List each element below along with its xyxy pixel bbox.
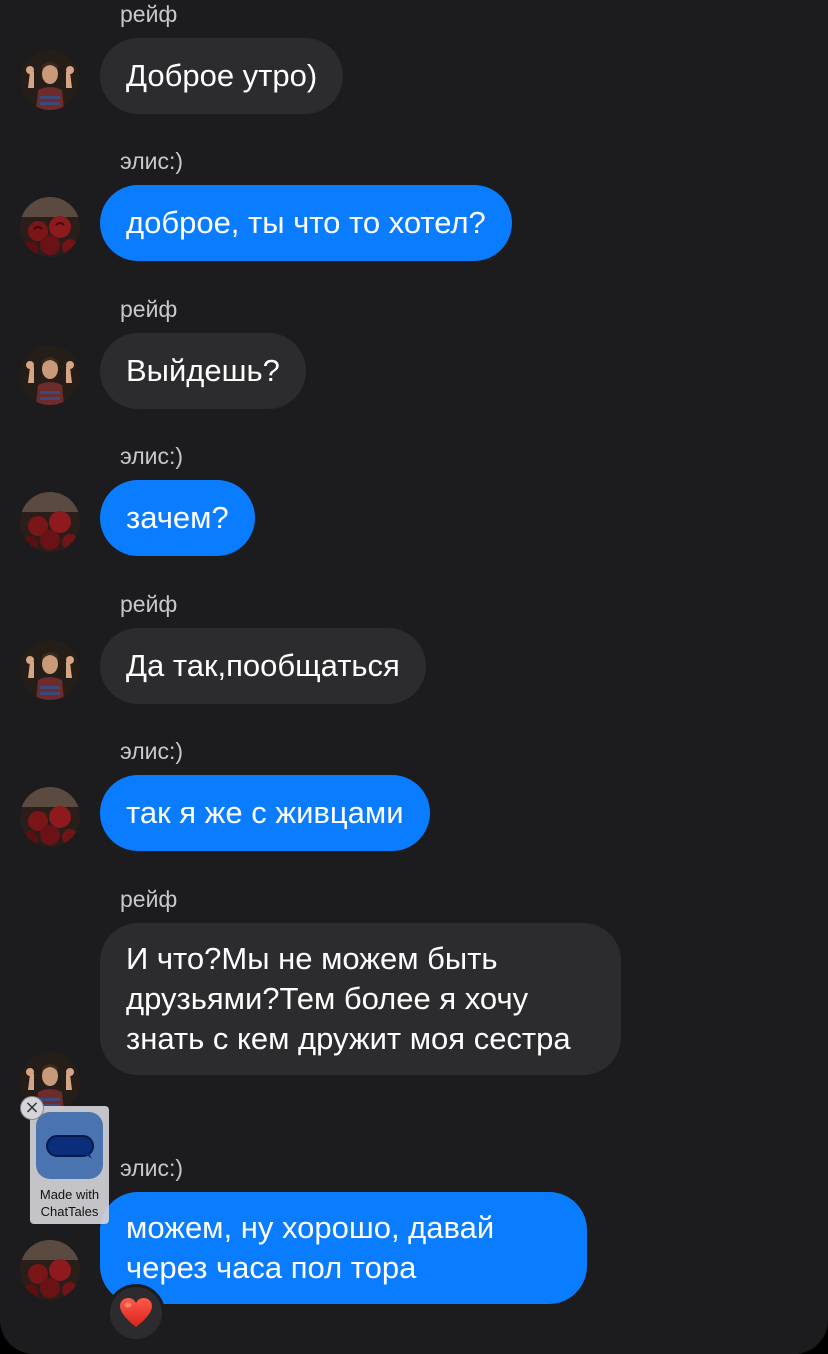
message-bubble-incoming[interactable]: Выйдешь? xyxy=(100,333,306,409)
sender-name: рейф xyxy=(120,296,178,322)
sender-name: рейф xyxy=(120,886,178,912)
watermark-line-2: ChatTales xyxy=(40,1204,99,1219)
message-bubble-incoming[interactable]: И что?Мы не можем быть друзьями?Тем боле… xyxy=(100,923,621,1075)
heart-icon xyxy=(120,1298,152,1327)
message-bubble-incoming[interactable]: Доброе утро) xyxy=(100,38,344,114)
rose-avatar[interactable] xyxy=(20,492,80,552)
rose-avatar[interactable] xyxy=(20,197,80,257)
rose-avatar[interactable] xyxy=(20,1240,80,1300)
chat-bubble-icon xyxy=(36,1112,103,1179)
rose-avatar[interactable] xyxy=(20,787,80,847)
chat-screen: рейф Доброе утро) элис:) доброе, ты что … xyxy=(0,0,828,1354)
sender-name: элис:) xyxy=(120,443,184,469)
message-bubble-outgoing[interactable]: можем, ну хорошо, давай через часа пол т… xyxy=(100,1192,587,1304)
sender-name: элис:) xyxy=(120,148,184,174)
reif-avatar[interactable] xyxy=(20,345,80,405)
message-bubble-outgoing[interactable]: зачем? xyxy=(100,480,255,556)
sender-name: элис:) xyxy=(120,738,184,764)
reif-avatar[interactable] xyxy=(20,50,80,110)
message-bubble-outgoing[interactable]: так я же с живцами xyxy=(100,775,430,851)
message-bubble-incoming[interactable]: Да так,пообщаться xyxy=(100,628,426,704)
close-icon[interactable]: × xyxy=(20,1096,44,1120)
sender-name: рейф xyxy=(120,1,178,27)
message-bubble-outgoing[interactable]: доброе, ты что то хотел? xyxy=(100,185,512,261)
reif-avatar[interactable] xyxy=(20,640,80,700)
sender-name: рейф xyxy=(120,591,178,617)
chattales-watermark[interactable]: Made with ChatTales xyxy=(30,1106,109,1224)
sender-name: элис:) xyxy=(120,1155,184,1181)
message-reaction[interactable] xyxy=(107,1284,165,1342)
watermark-line-1: Made with xyxy=(39,1187,100,1202)
